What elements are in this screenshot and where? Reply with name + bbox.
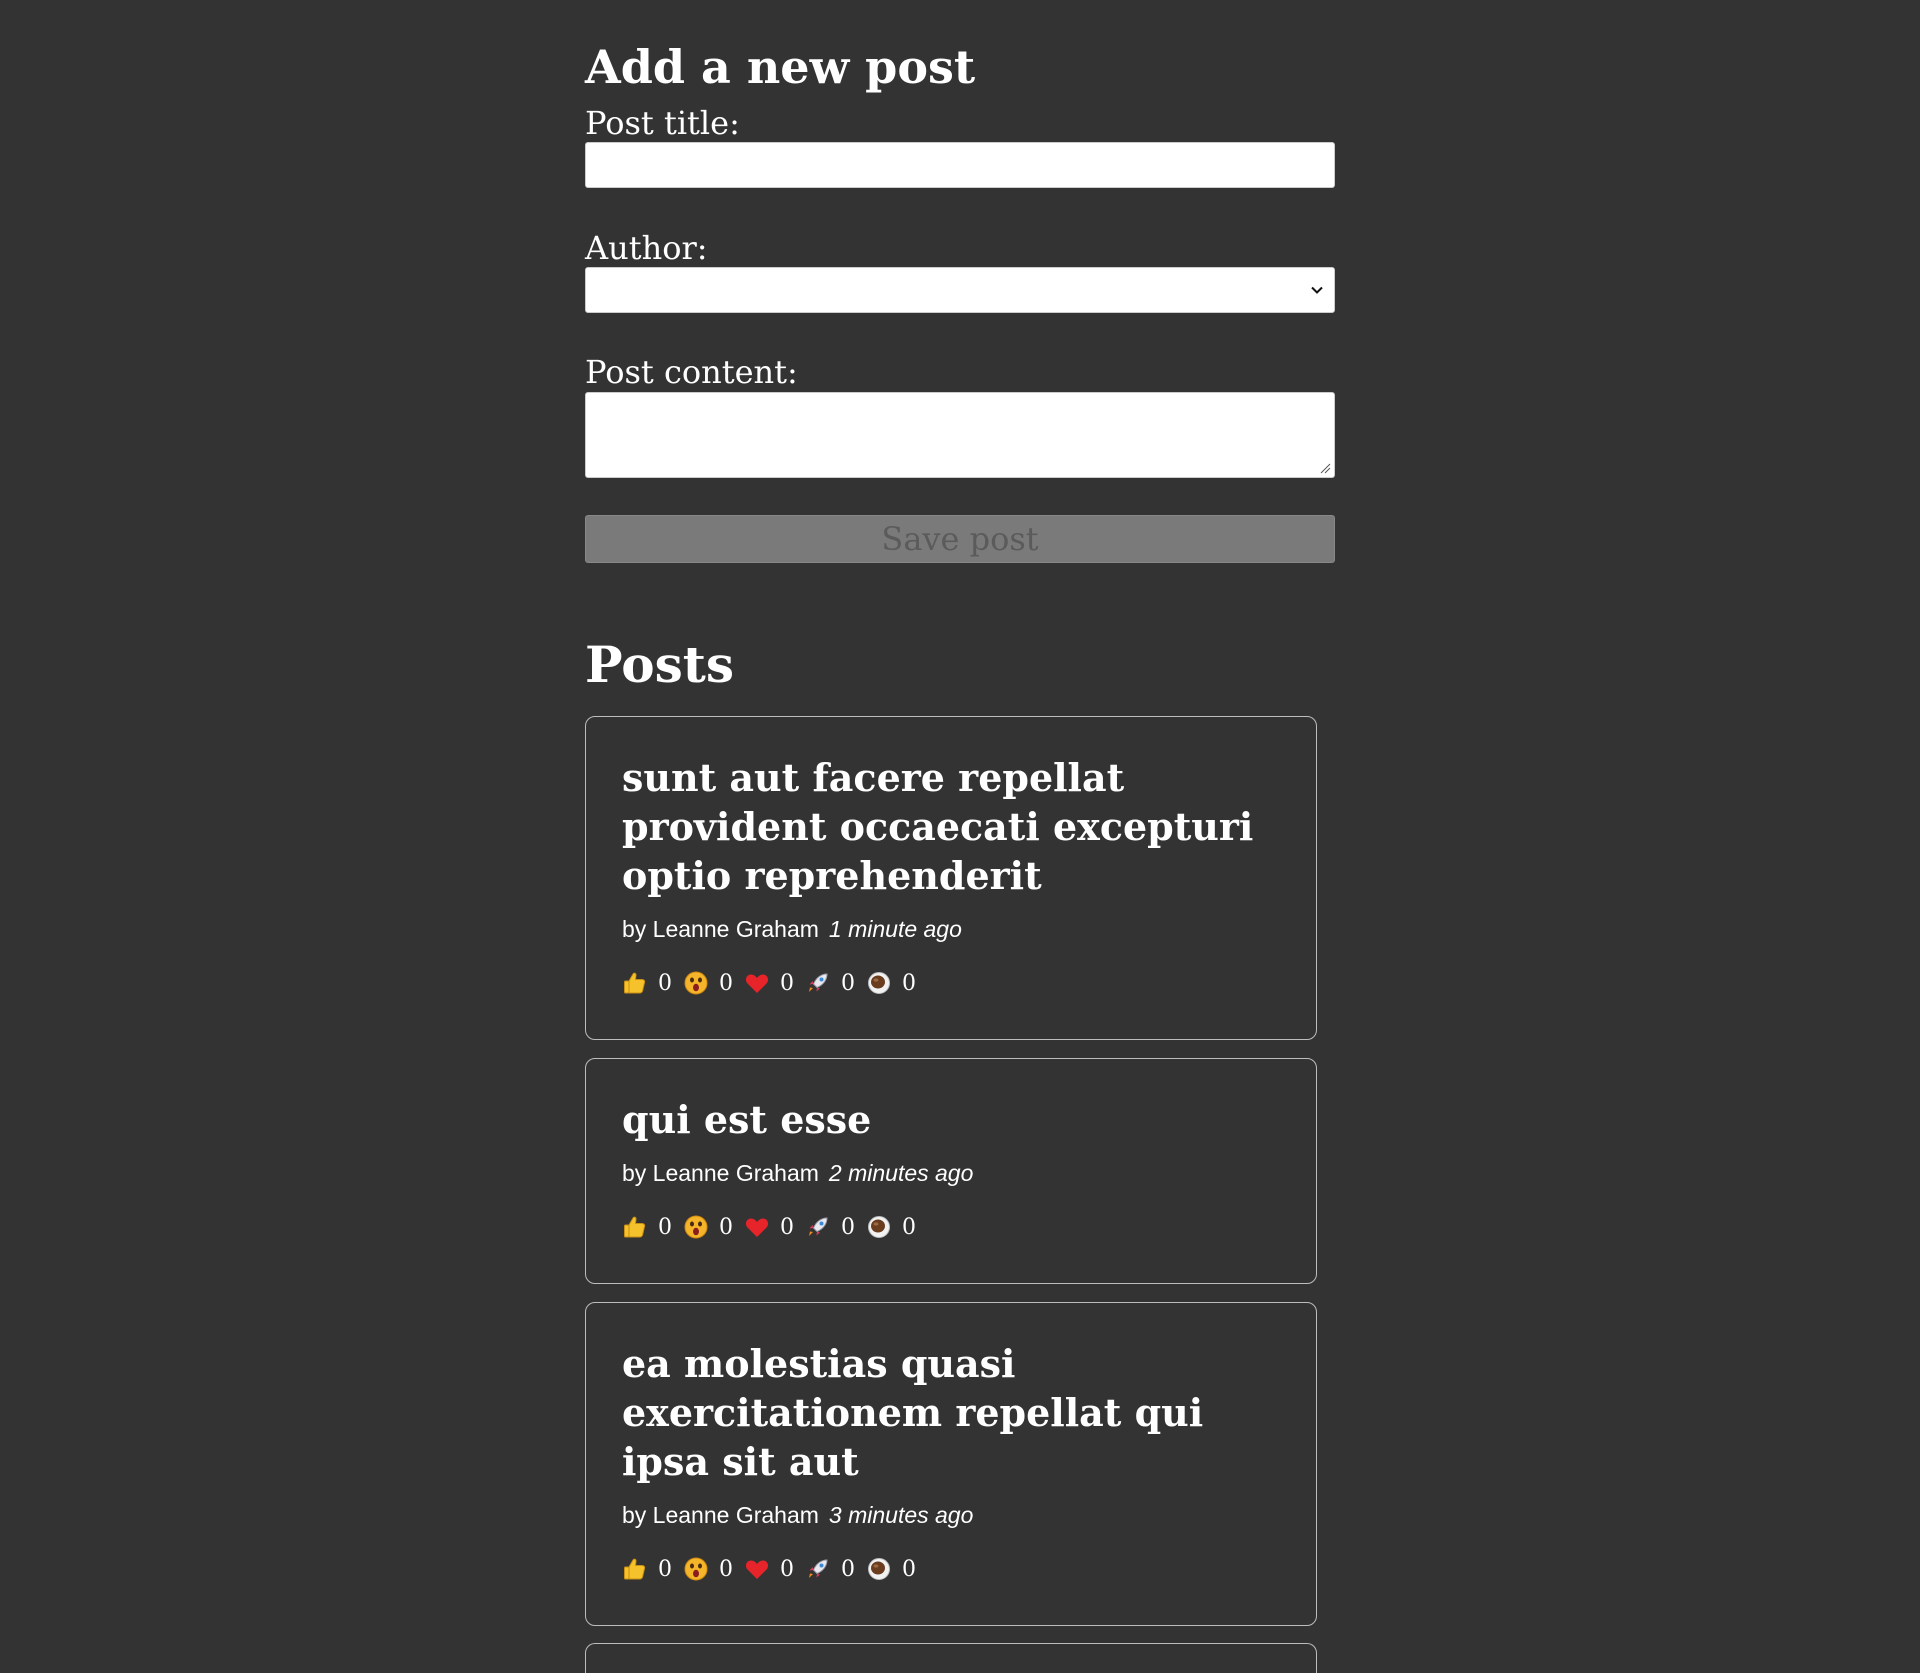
rocket-icon [809, 1559, 828, 1578]
reaction-count: 0 [658, 1214, 672, 1240]
reaction-count: 0 [780, 1556, 794, 1582]
reaction-count: 0 [780, 1214, 794, 1240]
post-meta: by Leanne Graham 3 minutes ago [622, 1500, 1280, 1530]
reaction-count: 0 [719, 1556, 733, 1582]
reaction-surprised-button[interactable]: 0 [683, 970, 738, 996]
reaction-rocket-button[interactable]: 0 [805, 970, 860, 996]
post-title-label: Post title: [585, 104, 740, 142]
heart-icon [745, 974, 769, 993]
post-author: by Leanne Graham [622, 1160, 819, 1186]
post-title: ea molestias quasi exercitationem repell… [622, 1341, 1204, 1484]
heart-icon [745, 1218, 769, 1237]
post-title-input[interactable] [585, 142, 1335, 188]
surprised-face-icon [684, 971, 708, 995]
reaction-count: 0 [719, 970, 733, 996]
post-card: sunt aut facere repellat provident occae… [585, 716, 1317, 1040]
post-content-label: Post content: [585, 353, 798, 391]
reaction-thumbs-up-button[interactable]: 0 [622, 970, 677, 996]
coffee-icon [868, 1558, 890, 1580]
reaction-coffee-button[interactable]: 0 [866, 970, 921, 996]
posts-heading: Posts [585, 635, 734, 694]
add-post-heading: Add a new post [585, 40, 976, 94]
reaction-heart-button[interactable]: 0 [744, 970, 799, 996]
reaction-bar: 0 0 0 0 0 [622, 1554, 1280, 1584]
reaction-count: 0 [841, 1556, 855, 1582]
coffee-icon [868, 1216, 890, 1238]
reaction-bar: 0 0 0 0 0 [622, 1212, 1280, 1242]
reaction-count: 0 [902, 1556, 916, 1582]
rocket-icon [809, 1217, 828, 1236]
thumbs-up-icon [624, 1558, 646, 1580]
reaction-rocket-button[interactable]: 0 [805, 1556, 860, 1582]
reaction-count: 0 [902, 970, 916, 996]
rocket-icon [809, 973, 828, 992]
post-timestamp: 3 minutes ago [828, 1502, 974, 1528]
reaction-heart-button[interactable]: 0 [744, 1214, 799, 1240]
reaction-count: 0 [902, 1214, 916, 1240]
reaction-surprised-button[interactable]: 0 [683, 1556, 738, 1582]
author-select[interactable] [585, 267, 1335, 313]
post-content-textarea[interactable] [585, 392, 1335, 478]
reaction-count: 0 [658, 970, 672, 996]
chevron-down-icon [1311, 286, 1323, 294]
reaction-count: 0 [841, 1214, 855, 1240]
post-timestamp: 2 minutes ago [828, 1160, 974, 1186]
thumbs-up-icon [624, 1216, 646, 1238]
coffee-icon [868, 972, 890, 994]
reaction-coffee-button[interactable]: 0 [866, 1214, 921, 1240]
post-timestamp: 1 minute ago [828, 916, 962, 942]
reaction-thumbs-up-button[interactable]: 0 [622, 1214, 677, 1240]
post-card-partial [585, 1643, 1317, 1673]
post-author: by Leanne Graham [622, 1502, 819, 1528]
post-card: ea molestias quasi exercitationem repell… [585, 1302, 1317, 1626]
reaction-thumbs-up-button[interactable]: 0 [622, 1556, 677, 1582]
save-post-button[interactable]: Save post [585, 515, 1335, 563]
reaction-count: 0 [658, 1556, 672, 1582]
heart-icon [745, 1560, 769, 1579]
thumbs-up-icon [624, 972, 646, 994]
reaction-rocket-button[interactable]: 0 [805, 1214, 860, 1240]
post-card: qui est esse by Leanne Graham 2 minutes a… [585, 1058, 1317, 1284]
surprised-face-icon [684, 1215, 708, 1239]
resize-handle-icon[interactable] [1319, 462, 1331, 474]
author-label: Author: [585, 229, 708, 267]
post-meta: by Leanne Graham 1 minute ago [622, 914, 1280, 944]
surprised-face-icon [684, 1557, 708, 1581]
reaction-bar: 0 0 0 0 0 [622, 968, 1280, 998]
reaction-count: 0 [780, 970, 794, 996]
post-title: qui est esse [622, 1097, 872, 1142]
reaction-coffee-button[interactable]: 0 [866, 1556, 921, 1582]
reaction-count: 0 [719, 1214, 733, 1240]
post-meta: by Leanne Graham 2 minutes ago [622, 1158, 1280, 1188]
reaction-count: 0 [841, 970, 855, 996]
reaction-heart-button[interactable]: 0 [744, 1556, 799, 1582]
post-author: by Leanne Graham [622, 916, 819, 942]
post-title: sunt aut facere repellat provident occae… [622, 755, 1254, 898]
reaction-surprised-button[interactable]: 0 [683, 1214, 738, 1240]
